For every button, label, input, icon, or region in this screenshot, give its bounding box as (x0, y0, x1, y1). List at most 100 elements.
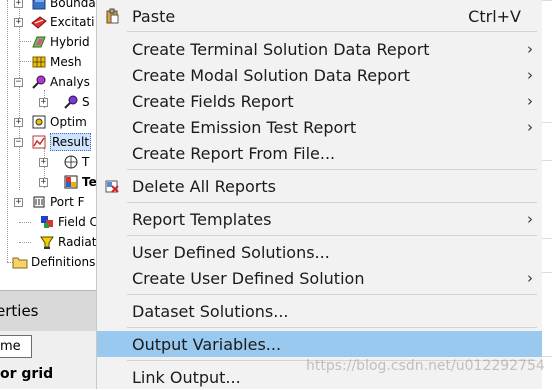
collapse-icon[interactable]: − (14, 78, 23, 87)
hybrid-icon (31, 34, 47, 50)
tree-item-label: T (82, 155, 90, 169)
tree-item-label: Definitions (31, 255, 96, 269)
tree-item-mesh[interactable]: Mesh (31, 52, 82, 72)
radiation-icon (39, 234, 55, 250)
menu-item-label: Create Terminal Solution Data Report (132, 39, 430, 59)
tree-item-analysis[interactable]: − Analys (14, 72, 90, 92)
tree-item-radiation[interactable]: Radiati (39, 232, 100, 252)
tree-item-label: Bounda (50, 0, 96, 10)
submenu-arrow-icon: › (527, 40, 533, 58)
context-menu: Paste Ctrl+V Create Terminal Solution Da… (96, 0, 543, 389)
tree-item-hybrid[interactable]: Hybrid (31, 32, 90, 52)
expand-icon[interactable]: + (39, 98, 48, 107)
tree-item-label: Te (82, 175, 97, 189)
boundary-icon (31, 0, 47, 11)
tree-item-excitations[interactable]: + Excitati (14, 12, 95, 32)
tree-item-definitions[interactable]: Definitions (12, 252, 95, 272)
tree-item-label: Port F (50, 195, 85, 209)
menu-item-create-modal-report[interactable]: Create Modal Solution Data Report › (97, 62, 543, 88)
menu-separator (127, 294, 537, 295)
collapse-icon[interactable]: − (14, 138, 23, 147)
properties-header: erties (0, 290, 100, 331)
menu-separator (127, 327, 537, 328)
tree-item-label: Field C (58, 215, 98, 229)
tree-item-label: S (82, 95, 90, 109)
menu-separator (127, 202, 537, 203)
menu-separator (127, 169, 537, 170)
analysis-icon (31, 74, 47, 90)
menu-item-label: Create Modal Solution Data Report (132, 65, 410, 85)
tree-item-label: Optim (50, 115, 87, 129)
menu-item-create-fields-report[interactable]: Create Fields Report › (97, 88, 543, 114)
excitation-icon (31, 14, 47, 30)
menu-item-label: Create Fields Report (132, 91, 294, 111)
optimetrics-icon (31, 114, 47, 130)
properties-column-header[interactable]: me (0, 335, 32, 358)
menu-item-label: Link Output... (132, 367, 241, 387)
menu-separator (127, 235, 537, 236)
submenu-arrow-icon: › (527, 118, 533, 136)
menu-item-create-emission-report[interactable]: Create Emission Test Report › (97, 114, 543, 140)
mesh-icon (31, 54, 47, 70)
menu-item-label: Create User Defined Solution (132, 268, 365, 288)
setup-icon (63, 94, 79, 110)
menu-item-label: Report Templates (132, 209, 272, 229)
submenu-arrow-icon: › (527, 66, 533, 84)
tree-item-report[interactable]: + Te (39, 172, 97, 192)
expand-icon[interactable]: + (14, 18, 23, 27)
paste-icon (104, 8, 120, 24)
expand-icon[interactable]: + (14, 118, 23, 127)
background-strip (542, 0, 552, 389)
report-icon (63, 174, 79, 190)
tree-item-field-overlays[interactable]: Field C (39, 212, 98, 232)
submenu-arrow-icon: › (527, 269, 533, 287)
delete-reports-icon (104, 178, 120, 194)
submenu-arrow-icon: › (527, 92, 533, 110)
menu-item-dataset-solutions[interactable]: Dataset Solutions... (97, 298, 543, 324)
menu-item-label: Create Report From File... (132, 143, 336, 163)
tree-item-optimetrics[interactable]: + Optim (14, 112, 87, 132)
menu-item-label: Paste (132, 6, 176, 26)
tree-item-results[interactable]: − Result (14, 132, 92, 152)
submenu-arrow-icon: › (527, 210, 533, 228)
watermark: https://blog.csdn.net/u012292754 (306, 358, 545, 374)
plot-icon (63, 154, 79, 170)
expand-icon[interactable]: + (39, 178, 48, 187)
menu-item-label: User Defined Solutions... (132, 242, 330, 262)
port-field-icon (31, 194, 47, 210)
tree-item-label: Analys (50, 75, 90, 89)
tree-item-label: Radiati (58, 235, 100, 249)
tree-item-plot[interactable]: + T (39, 152, 89, 172)
property-label: or grid (0, 366, 54, 382)
tree-item-label: Hybrid (50, 35, 90, 49)
tree-item-label: Mesh (50, 55, 82, 69)
tree-item-setup[interactable]: + S (39, 92, 90, 112)
properties-row[interactable]: or grid (0, 362, 100, 386)
tree-item-port-field[interactable]: + Port F (14, 192, 85, 212)
shortcut-label: Ctrl+V (468, 6, 521, 26)
results-icon (31, 134, 47, 150)
menu-separator (127, 31, 537, 32)
menu-item-output-variables[interactable]: Output Variables... (97, 331, 543, 357)
menu-item-report-templates[interactable]: Report Templates › (97, 206, 543, 232)
menu-item-paste[interactable]: Paste Ctrl+V (97, 3, 543, 29)
menu-item-create-user-defined-solution[interactable]: Create User Defined Solution › (97, 265, 543, 291)
expand-icon[interactable]: + (14, 198, 23, 207)
project-tree: + Bounda + Excitati Hybrid Mesh − Analys (0, 0, 100, 290)
expand-icon[interactable]: + (14, 0, 23, 8)
menu-item-label: Create Emission Test Report (132, 117, 357, 137)
tree-item-label: Result (50, 133, 92, 151)
column-header-label: me (0, 339, 21, 354)
menu-item-user-defined-solutions[interactable]: User Defined Solutions... (97, 239, 543, 265)
menu-item-create-report-from-file[interactable]: Create Report From File... (97, 140, 543, 166)
field-overlay-icon (39, 214, 55, 230)
tree-item-label: Excitati (50, 15, 95, 29)
menu-item-create-terminal-report[interactable]: Create Terminal Solution Data Report › (97, 36, 543, 62)
expand-icon[interactable]: + (39, 158, 48, 167)
menu-item-label: Output Variables... (132, 334, 282, 354)
menu-item-delete-all-reports[interactable]: Delete All Reports (97, 173, 543, 199)
menu-item-label: Delete All Reports (132, 176, 276, 196)
menu-item-label: Dataset Solutions... (132, 301, 289, 321)
properties-title: erties (0, 302, 39, 320)
folder-icon (12, 254, 28, 270)
